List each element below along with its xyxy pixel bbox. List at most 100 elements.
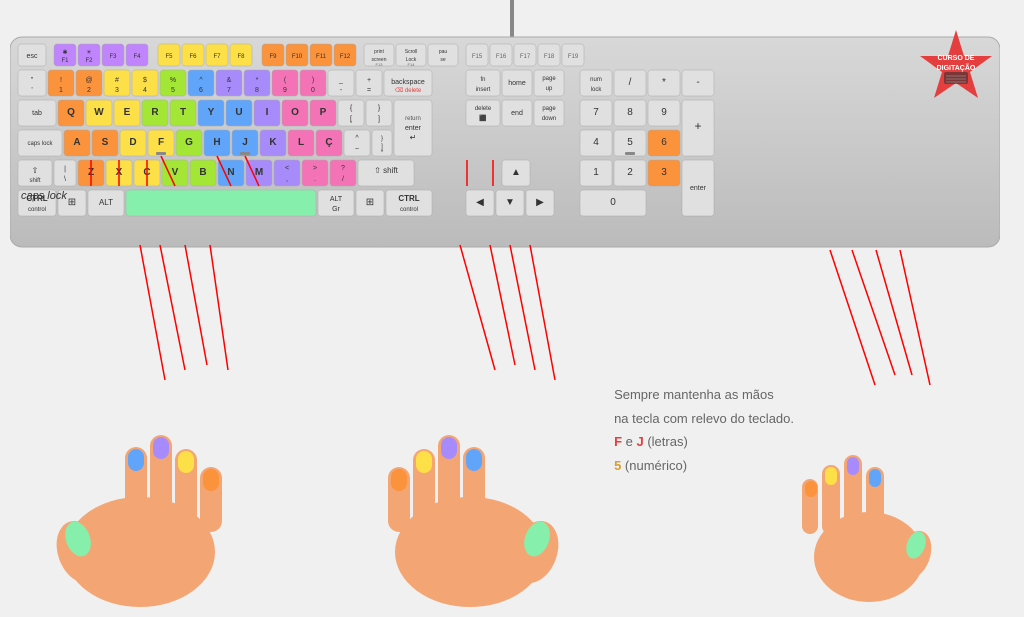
svg-text:,: ,	[286, 176, 288, 183]
svg-text:F17: F17	[520, 54, 531, 60]
svg-text:6: 6	[199, 87, 203, 94]
svg-text:M: M	[255, 167, 263, 178]
svg-text:=: =	[367, 87, 371, 94]
info-line4: 5 (numérico)	[614, 454, 794, 477]
svg-text:!: !	[60, 77, 62, 84]
svg-text:▼: ▼	[505, 197, 515, 208]
svg-text:control: control	[28, 207, 46, 213]
svg-text:up: up	[546, 86, 553, 92]
svg-text:⊞: ⊞	[68, 197, 76, 208]
svg-text:page: page	[542, 76, 556, 82]
svg-text:_: _	[338, 77, 343, 84]
svg-text:9: 9	[661, 107, 667, 118]
svg-text:F7: F7	[213, 54, 221, 60]
svg-text:E: E	[124, 107, 131, 118]
svg-text:insert: insert	[476, 87, 491, 93]
svg-text:print: print	[374, 49, 384, 55]
svg-text:?: ?	[341, 165, 345, 172]
svg-text:}: }	[381, 136, 383, 142]
svg-text:end: end	[511, 110, 523, 117]
svg-text:F12: F12	[340, 54, 351, 60]
svg-text:Gr: Gr	[332, 206, 340, 213]
info-letras: (letras)	[647, 434, 687, 449]
svg-text:↵: ↵	[410, 133, 417, 142]
svg-text:DIGITAÇÃO: DIGITAÇÃO	[937, 63, 976, 72]
svg-text:/: /	[342, 176, 344, 183]
svg-text:F3: F3	[109, 54, 117, 60]
info-line1: Sempre mantenha as mãos	[614, 383, 794, 406]
svg-text:home: home	[508, 80, 526, 87]
info-text-container: Sempre mantenha as mãos na tecla com rel…	[614, 383, 794, 477]
svg-text:3: 3	[115, 87, 119, 94]
svg-text:9: 9	[283, 87, 287, 94]
svg-text:&: &	[227, 77, 232, 84]
svg-text:ALT: ALT	[99, 198, 113, 207]
svg-text:H: H	[213, 137, 220, 148]
svg-text:A: A	[73, 137, 80, 148]
info-numerico: (numérico)	[625, 458, 687, 473]
svg-text:L: L	[298, 137, 304, 148]
svg-text:⇧ shift: ⇧ shift	[374, 166, 398, 175]
svg-text:control: control	[400, 207, 418, 213]
keyboard-svg: esc ✱ F1 ☀ F2 F3 F4 F5 F6 F7 F8 F9 F10 F…	[10, 32, 1000, 252]
svg-text:]: ]	[378, 116, 380, 123]
left-hand-svg	[30, 377, 250, 607]
info-e: e	[626, 434, 637, 449]
right-hand-svg	[360, 377, 580, 607]
svg-text:page: page	[542, 106, 556, 112]
svg-text:F2: F2	[85, 58, 93, 64]
svg-text:F8: F8	[237, 54, 245, 60]
svg-text:num: num	[590, 77, 602, 83]
svg-text:): )	[312, 77, 314, 84]
svg-text:F5: F5	[165, 54, 173, 60]
svg-text:enter: enter	[690, 185, 707, 192]
svg-text:F15: F15	[472, 54, 483, 60]
svg-text:': '	[31, 87, 32, 94]
svg-text:caps lock: caps lock	[27, 141, 53, 147]
svg-text:4: 4	[593, 137, 599, 148]
svg-text:se: se	[440, 57, 446, 63]
info-j-key: J	[636, 434, 643, 449]
svg-text:F18: F18	[544, 54, 555, 60]
svg-text:4: 4	[143, 87, 147, 94]
svg-text:3: 3	[661, 167, 667, 178]
svg-text:V: V	[172, 167, 179, 178]
svg-text:F9: F9	[269, 54, 277, 60]
svg-text:◀: ◀	[476, 197, 484, 208]
svg-text:F14: F14	[408, 62, 416, 67]
svg-text:tab: tab	[32, 110, 42, 117]
svg-text:F16: F16	[496, 54, 507, 60]
svg-text:☀: ☀	[86, 49, 91, 56]
svg-text:esc: esc	[27, 53, 38, 60]
svg-text:down: down	[542, 116, 556, 122]
svg-text:2: 2	[87, 87, 91, 94]
svg-text:F1: F1	[61, 58, 69, 64]
svg-text:8: 8	[627, 107, 633, 118]
svg-text:▶: ▶	[536, 197, 544, 208]
svg-text:⊞: ⊞	[366, 197, 374, 208]
svg-text:7: 7	[227, 87, 231, 94]
svg-text:P: P	[320, 107, 327, 118]
svg-text:backspace: backspace	[391, 79, 425, 86]
svg-text:\: \	[64, 176, 66, 183]
svg-text:pau: pau	[439, 49, 448, 55]
svg-text:>: >	[313, 165, 317, 172]
svg-text:#: #	[115, 77, 119, 84]
svg-text:6: 6	[661, 137, 667, 148]
svg-text:T: T	[180, 107, 186, 118]
svg-text:F19: F19	[568, 54, 579, 60]
svg-text:5: 5	[627, 137, 633, 148]
svg-text:F10: F10	[292, 54, 303, 60]
svg-text:fn: fn	[480, 77, 485, 83]
svg-text:B: B	[199, 167, 206, 178]
info-line2: na tecla com relevo do teclado.	[614, 407, 794, 430]
svg-text:shift: shift	[29, 178, 40, 184]
svg-text:S: S	[102, 137, 109, 148]
svg-text:⬛: ⬛	[479, 114, 487, 122]
svg-text:F: F	[158, 137, 164, 148]
svg-text:D: D	[129, 137, 136, 148]
info-line3: F e J (letras)	[614, 430, 794, 453]
svg-text:U: U	[235, 107, 242, 118]
svg-text:Q: Q	[67, 107, 75, 118]
svg-text:O: O	[291, 107, 299, 118]
